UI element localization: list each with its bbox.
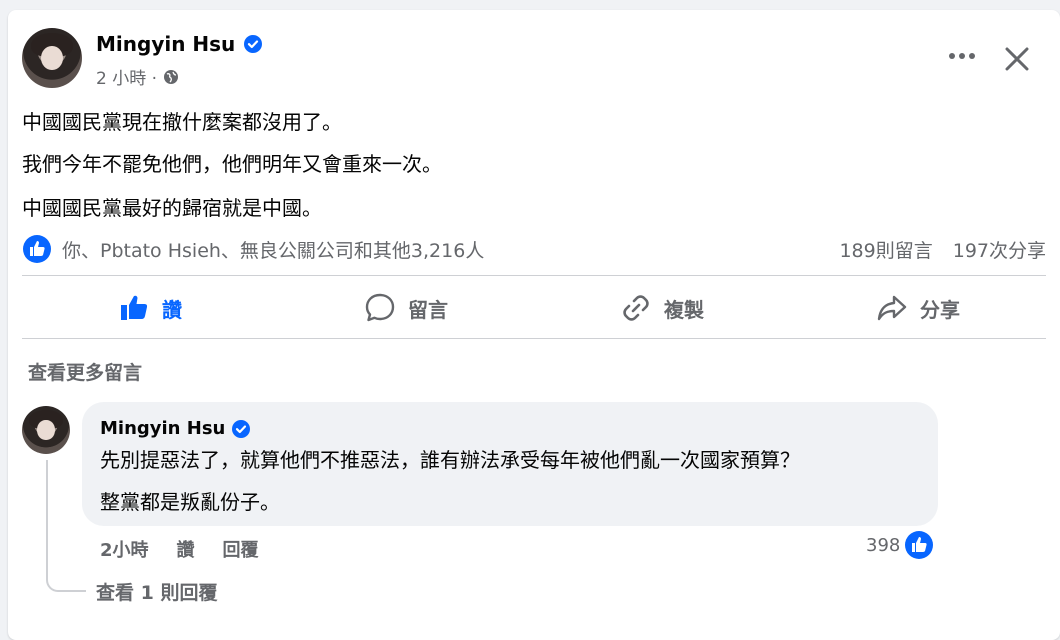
shares-count[interactable]: 197次分享 — [953, 236, 1046, 263]
comment-reply-button[interactable]: 回覆 — [223, 536, 259, 562]
verified-badge-icon — [244, 35, 263, 53]
comment-author-name[interactable]: Mingyin Hsu — [100, 418, 225, 439]
comment-reactions[interactable]: 398 — [866, 530, 934, 560]
like-label: 讚 — [162, 297, 182, 322]
comment-button[interactable]: 留言 — [278, 282, 534, 334]
more-options-icon[interactable] — [946, 44, 978, 68]
globe-icon[interactable] — [163, 69, 179, 85]
comment-text-line: 先別提惡法了，就算他們不推惡法，誰有辦法承受每年被他們亂一次國家預算？ — [100, 448, 800, 472]
post-text-line: 中國國民黨最好的歸宿就是中國。 — [22, 196, 322, 220]
author-name[interactable]: Mingyin Hsu — [96, 32, 235, 56]
comments-count[interactable]: 189則留言 — [839, 236, 932, 263]
comment-bubble-icon — [365, 293, 395, 322]
comment-time[interactable]: 2小時 — [100, 536, 149, 562]
engagement-counts: 189則留言 197次分享 — [839, 236, 1046, 263]
share-label: 分享 — [920, 297, 960, 322]
like-button[interactable]: 讚 — [22, 282, 278, 334]
action-bar: 讚 留言 複製 分享 — [22, 282, 1046, 334]
author-avatar[interactable] — [22, 28, 82, 88]
reactions-text[interactable]: 你、Pbtato Hsieh、無良公關公司和其他3,216人 — [62, 236, 484, 263]
reactions-summary[interactable]: 你、Pbtato Hsieh、無良公關公司和其他3,216人 — [22, 234, 484, 264]
post-meta: 2 小時 · — [96, 64, 179, 89]
copy-label: 複製 — [664, 297, 704, 322]
close-icon[interactable] — [1000, 42, 1034, 76]
like-reaction-icon — [905, 531, 934, 559]
view-replies-link[interactable]: 查看 1 則回覆 — [96, 578, 217, 605]
reply-thread-line — [46, 460, 86, 592]
divider — [22, 275, 1046, 276]
divider — [22, 338, 1046, 339]
link-icon — [623, 295, 649, 321]
view-more-comments[interactable]: 查看更多留言 — [28, 358, 142, 385]
share-button[interactable]: 分享 — [790, 282, 1046, 334]
post-text-line: 我們今年不罷免他們，他們明年又會重來一次。 — [22, 152, 442, 176]
post-time[interactable]: 2 小時 · — [96, 64, 157, 89]
comment-like-button[interactable]: 讚 — [177, 536, 195, 562]
comment-reaction-count: 398 — [866, 534, 901, 556]
share-arrow-icon — [877, 295, 907, 321]
comment-text-line: 整黨都是叛亂份子。 — [100, 490, 280, 514]
post-text-line: 中國國民黨現在撤什麼案都沒用了。 — [22, 110, 342, 134]
comment-label: 留言 — [408, 297, 448, 322]
comment-author[interactable]: Mingyin Hsu — [100, 418, 251, 439]
verified-badge-icon — [232, 419, 251, 438]
comment-bubble: Mingyin Hsu 先別提惡法了，就算他們不推惡法，誰有辦法承受每年被他們亂… — [82, 402, 938, 526]
post-card: Mingyin Hsu 2 小時 · 中國國民黨現在撤什麼案都沒用了。 我們今年… — [8, 10, 1060, 640]
comment-meta: 2小時 讚 回覆 — [100, 536, 259, 562]
copy-button[interactable]: 複製 — [534, 282, 790, 334]
like-reaction-icon — [23, 235, 51, 263]
thumbs-up-icon — [121, 295, 148, 320]
commenter-avatar[interactable] — [22, 406, 70, 454]
post-author[interactable]: Mingyin Hsu — [96, 32, 263, 56]
